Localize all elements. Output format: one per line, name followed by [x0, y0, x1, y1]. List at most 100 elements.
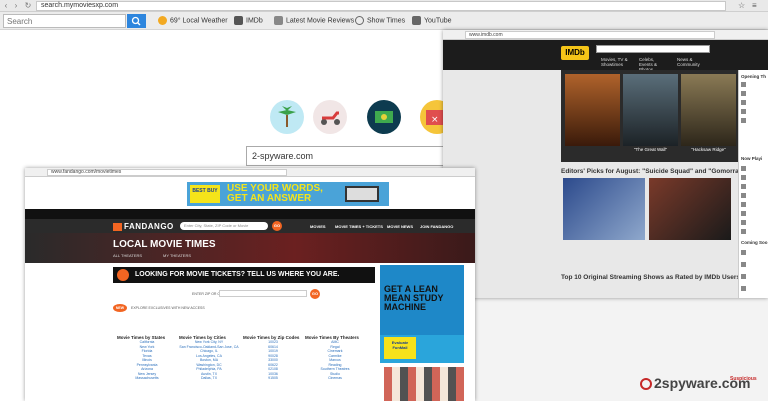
sidebar-heading: Opening Th [741, 74, 766, 79]
scooter-graphic [321, 111, 340, 125]
column-link[interactable]: Cinemas [305, 376, 365, 381]
study-machine-ad[interactable]: GET A LEAN MEAN STUDY MACHINE Evaluate F… [380, 263, 464, 401]
back-arrow-icon[interactable]: ‹ [2, 2, 10, 10]
sidebar-item[interactable] [741, 229, 767, 234]
sidebar-item[interactable] [741, 286, 767, 291]
search-input[interactable] [3, 14, 126, 28]
imdb-window-chrome: www.imdb.com [443, 30, 768, 40]
sidebar-item[interactable] [741, 82, 767, 87]
watermark-sub: Suspicious [730, 376, 757, 382]
study-ad-text: GET A LEAN MEAN STUDY MACHINE [384, 285, 444, 312]
star-icon[interactable]: ☆ [738, 1, 745, 10]
money-icon[interactable] [367, 100, 401, 134]
sidebar-item[interactable] [741, 274, 767, 279]
sidebar-item[interactable] [741, 262, 767, 267]
zip-go-button[interactable]: GO [310, 289, 320, 299]
imdb-search-input[interactable] [596, 45, 710, 53]
imdb-window: www.imdb.com IMDb Movies, TV & Showtimes… [443, 30, 768, 298]
menu-icon[interactable]: ≡ [752, 1, 757, 10]
column-link[interactable]: Dallas, TX [179, 376, 239, 381]
sidebar-thumb [741, 109, 746, 114]
tab-my-theaters[interactable]: MY THEATERS [163, 253, 191, 258]
main-search-input[interactable]: 2-spyware.com [246, 146, 446, 166]
watermark-icon [640, 378, 652, 391]
imdb-label: IMDb [246, 17, 263, 25]
imdb-logo[interactable]: IMDb [561, 46, 589, 60]
weather-link[interactable]: 69° Local Weather [158, 16, 228, 25]
sidebar-item[interactable] [741, 184, 767, 189]
browser-chrome: ‹ › ↻ search.mymoviesxp.com ☆ ≡ [0, 0, 768, 12]
poster-image[interactable] [681, 74, 736, 146]
imdb-header: IMDb Movies, TV & Showtimes Celebs, Even… [443, 40, 768, 72]
new-badge: NEW [113, 304, 127, 312]
search-icon [131, 16, 141, 26]
sidebar-item[interactable] [741, 250, 767, 255]
poster-caption: "Hacksaw Ridge" [691, 147, 726, 152]
cities-column: Movie Times by Cities New York City, NY … [179, 335, 239, 381]
sidebar-thumb [741, 184, 746, 189]
reviews-link[interactable]: Latest Movie Reviews [274, 16, 354, 25]
nav-join[interactable]: JOIN FANDANGO [420, 224, 453, 229]
nav-movies[interactable]: MOVIES [310, 224, 326, 229]
fandango-navbar: FANDANGO Enter City, State, ZIP Code or … [25, 219, 475, 233]
ad-headline: USE YOUR WORDS, GET AN ANSWER [227, 184, 323, 204]
sidebar-thumb [741, 274, 746, 279]
sidebar-thumb [741, 118, 746, 123]
sidebar-item[interactable] [741, 175, 767, 180]
sidebar-item[interactable] [741, 211, 767, 216]
study-line-3: MACHINE [384, 302, 426, 312]
reviews-icon [274, 16, 283, 25]
sidebar-item[interactable] [741, 109, 767, 114]
svg-text:×: × [431, 115, 439, 125]
nav-movie-times[interactable]: MOVIE TIMES + TICKETS [335, 224, 383, 229]
imdb-slider[interactable]: "The Great Wall" "Hacksaw Ridge" [561, 70, 741, 162]
sidebar-item[interactable] [741, 220, 767, 225]
poster-image[interactable] [623, 74, 678, 146]
editors-pick-image[interactable] [649, 178, 731, 240]
sidebar-thumb [741, 175, 746, 180]
fandango-search-input[interactable]: Enter City, State, ZIP Code or Movie [180, 222, 268, 230]
sidebar-item[interactable] [741, 193, 767, 198]
zip-input[interactable] [219, 290, 307, 297]
top10-heading[interactable]: Top 10 Original Streaming Shows as Rated… [561, 274, 740, 281]
sidebar-thumb [741, 82, 746, 87]
youtube-link[interactable]: YouTube [412, 16, 452, 25]
funmail-badge: Evaluate FunMail [384, 337, 416, 359]
palm-tree-icon[interactable] [270, 100, 304, 134]
imdb-film-icon [234, 16, 243, 25]
fandango-logo[interactable]: FANDANGO [113, 222, 174, 231]
address-bar[interactable]: search.mymoviesxp.com [36, 1, 726, 11]
sidebar-heading: Now Playi [741, 156, 763, 161]
sidebar-thumb [741, 286, 746, 291]
reload-icon[interactable]: ↻ [24, 2, 32, 10]
new-badge-text: NEW [115, 306, 125, 310]
scooter-icon[interactable] [313, 100, 347, 134]
editors-pick-image[interactable] [563, 178, 645, 240]
sidebar-thumb [741, 193, 746, 198]
poster-image[interactable] [565, 74, 620, 146]
column-link[interactable]: 91505 [243, 376, 303, 381]
money-graphic [375, 111, 393, 123]
tab-all-theaters[interactable]: ALL THEATERS [113, 253, 142, 258]
nav-movie-news[interactable]: MOVIE NEWS [387, 224, 413, 229]
sidebar-item[interactable] [741, 202, 767, 207]
fandango-address-bar[interactable]: www.fandango.com/movietimes [47, 169, 287, 176]
sidebar-item[interactable] [741, 91, 767, 96]
sidebar-item[interactable] [741, 166, 767, 171]
imdb-address-bar[interactable]: www.imdb.com [465, 31, 715, 39]
sidebar-item[interactable] [741, 118, 767, 123]
fandango-content: LOOKING FOR MOVIE TICKETS? TELL US WHERE… [25, 263, 380, 401]
editors-picks-heading[interactable]: Editors' Picks for August: "Suicide Squa… [561, 168, 746, 175]
sidebar-item[interactable] [741, 100, 767, 105]
fandango-go-button[interactable]: GO [272, 221, 282, 231]
imdb-nav-movies[interactable]: Movies, TV & Showtimes [601, 57, 631, 67]
imdb-link[interactable]: IMDb [234, 16, 263, 25]
imdb-nav-news[interactable]: News & Community [677, 57, 707, 67]
new-access-link[interactable]: EXPLORE EXCLUSIVES WITH NEW ACCESS [131, 306, 205, 310]
bestbuy-ad[interactable]: BEST BUY USE YOUR WORDS, GET AN ANSWER [187, 182, 389, 206]
fandango-logo-text: FANDANGO [124, 222, 174, 231]
showtimes-link[interactable]: Show Times [355, 16, 405, 25]
forward-arrow-icon[interactable]: › [12, 2, 20, 10]
column-link[interactable]: Massachusetts [117, 376, 177, 381]
search-button[interactable] [127, 14, 146, 28]
